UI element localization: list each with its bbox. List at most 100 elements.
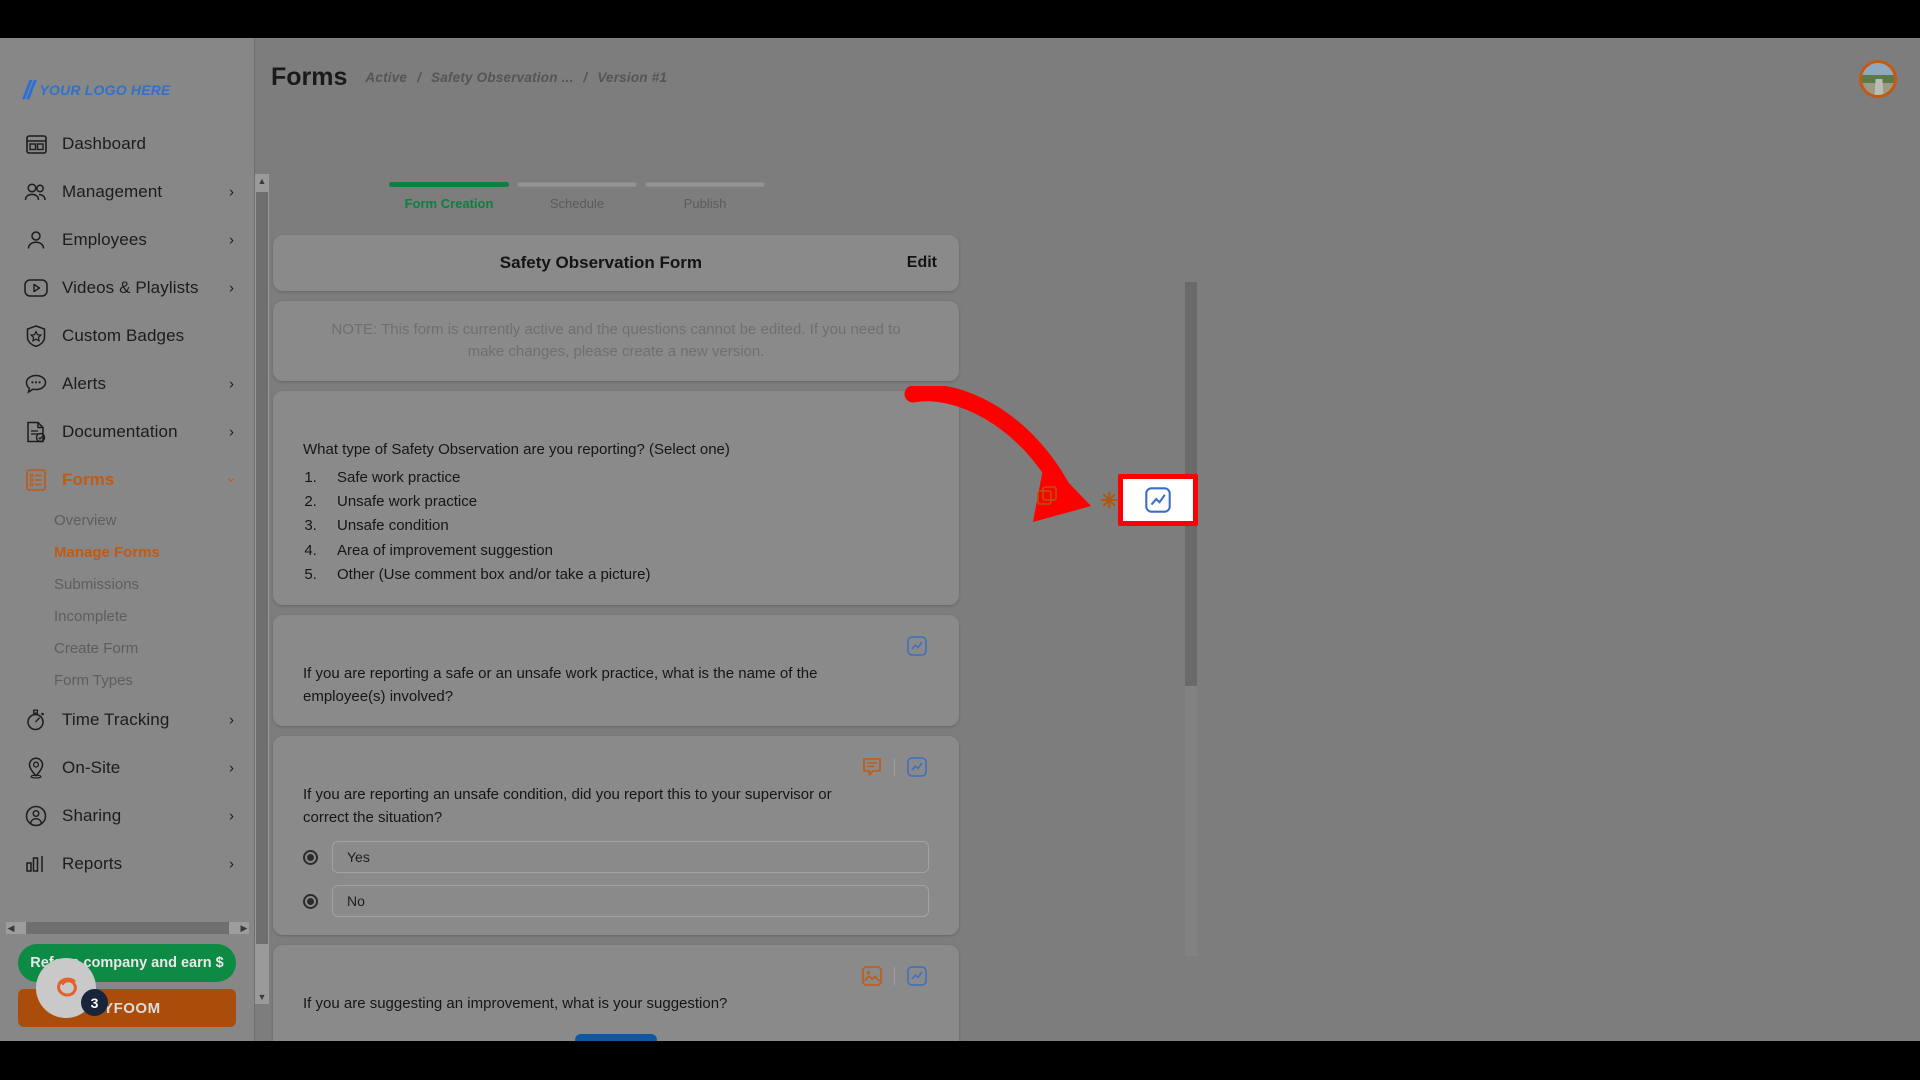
next-button[interactable]: Next: [574, 1033, 658, 1041]
icon-divider: [894, 967, 895, 986]
chevron-down-icon: ›: [223, 477, 240, 483]
tyfoom-floating-badge[interactable]: 3: [36, 958, 108, 1018]
sidebar-item-management[interactable]: Management ›: [0, 168, 254, 216]
scroll-right-arrow-icon[interactable]: ▶: [239, 923, 249, 934]
sidebar-subitem-incomplete[interactable]: Incomplete: [0, 600, 254, 632]
form-note-banner: NOTE: This form is currently active and …: [273, 301, 959, 382]
sidebar-item-documentation[interactable]: Documentation ›: [0, 408, 254, 456]
scrollbar-thumb[interactable]: [26, 922, 229, 934]
sidebar-item-dashboard[interactable]: Dashboard: [0, 120, 254, 168]
logo[interactable]: // YOUR LOGO HERE: [0, 38, 254, 116]
analytics-icon[interactable]: [905, 634, 929, 658]
chat-bubble-icon: [22, 372, 50, 396]
image-icon[interactable]: [860, 964, 884, 988]
sidebar-subitem-submissions[interactable]: Submissions: [0, 568, 254, 600]
chevron-right-icon: ›: [229, 231, 234, 249]
content-vertical-scrollbar[interactable]: ▲ ▼: [255, 174, 269, 1004]
highlighted-analytics-icon-button[interactable]: [1118, 474, 1198, 526]
sidebar-subitem-overview[interactable]: Overview: [0, 504, 254, 536]
question-2-text: If you are reporting a safe or an unsafe…: [303, 665, 818, 705]
analytics-icon[interactable]: [905, 755, 929, 779]
question-card-4: If you are suggesting an improvement, wh…: [273, 945, 959, 1041]
scrollbar-thumb[interactable]: [256, 192, 268, 944]
sidebar-subitem-label: Form Types: [54, 671, 133, 689]
step-progress-bar: [517, 182, 637, 187]
avatar[interactable]: [1859, 60, 1897, 98]
map-pin-icon: [22, 756, 50, 780]
option-item: Other (Use comment box and/or take a pic…: [321, 563, 929, 587]
chevron-right-icon: ›: [229, 279, 234, 297]
notification-count: 3: [90, 994, 99, 1011]
sidebar-subitem-manage-forms[interactable]: Manage Forms: [0, 536, 254, 568]
sidebar-subitem-label: Manage Forms: [54, 543, 160, 561]
radio-button-icon[interactable]: [303, 849, 318, 865]
chevron-right-icon: ›: [229, 759, 234, 777]
radio-option-no[interactable]: No: [303, 885, 929, 918]
breadcrumb-item-active[interactable]: Active: [365, 70, 407, 85]
form-builder-panel: Form Creation Schedule Publish Safety Ob…: [273, 174, 959, 1041]
document-check-icon: [22, 420, 50, 444]
sidebar-item-alerts[interactable]: Alerts ›: [0, 360, 254, 408]
step-label: Publish: [683, 196, 727, 211]
question-1-icon-row: *: [303, 405, 929, 439]
chevron-right-icon: ›: [229, 375, 234, 393]
sidebar: // YOUR LOGO HERE Dashboard Management ›: [0, 38, 255, 1041]
analytics-icon[interactable]: [905, 964, 929, 988]
form-note-text: NOTE: This form is currently active and …: [331, 321, 901, 361]
sidebar-item-sharing[interactable]: Sharing ›: [0, 792, 254, 840]
sidebar-item-employees[interactable]: Employees ›: [0, 216, 254, 264]
radio-button-icon[interactable]: [303, 893, 318, 909]
scroll-left-arrow-icon[interactable]: ◀: [6, 923, 16, 934]
sidebar-item-forms[interactable]: Forms ›: [0, 456, 254, 504]
required-asterisk-icon: ✳: [1100, 488, 1119, 513]
scroll-down-arrow-icon[interactable]: ▼: [255, 990, 269, 1004]
chevron-right-icon: ›: [229, 855, 234, 873]
sidebar-subitem-create-form[interactable]: Create Form: [0, 632, 254, 664]
comment-icon[interactable]: [860, 755, 884, 779]
sidebar-subitem-label: Create Form: [54, 639, 139, 657]
question-card-2: If you are reporting a safe or an unsafe…: [273, 615, 959, 727]
share-person-icon: [22, 804, 50, 828]
video-play-icon: [22, 276, 50, 300]
breadcrumb: Active / Safety Observation ... / Versio…: [365, 70, 667, 85]
page-header: Forms Active / Safety Observation ... / …: [255, 38, 1920, 116]
scroll-up-arrow-icon[interactable]: ▲: [255, 174, 269, 188]
sidebar-item-videos-playlists[interactable]: Videos & Playlists ›: [0, 264, 254, 312]
shield-star-icon: [22, 324, 50, 348]
sidebar-horizontal-scrollbar[interactable]: ◀ ▶: [6, 922, 249, 934]
chevron-right-icon: ›: [229, 423, 234, 441]
sidebar-item-time-tracking[interactable]: Time Tracking ›: [0, 696, 254, 744]
question-3-text: If you are reporting an unsafe condition…: [303, 786, 832, 826]
screen-top-letterbox: [0, 0, 1920, 38]
edit-button[interactable]: Edit: [907, 254, 937, 272]
sidebar-item-label: Alerts: [62, 374, 107, 393]
sidebar-item-on-site[interactable]: On-Site ›: [0, 744, 254, 792]
breadcrumb-item-version[interactable]: Version #1: [597, 70, 667, 85]
step-form-creation[interactable]: Form Creation: [389, 182, 509, 211]
sidebar-item-label: Videos & Playlists: [62, 278, 199, 297]
step-progress-bar: [645, 182, 765, 187]
copy-icon[interactable]: [1037, 486, 1059, 511]
form-panel-scrollbar[interactable]: [1185, 282, 1197, 956]
step-publish[interactable]: Publish: [645, 182, 765, 211]
chevron-right-icon: ›: [229, 711, 234, 729]
sidebar-subitem-form-types[interactable]: Form Types: [0, 664, 254, 696]
option-item: Unsafe condition: [321, 514, 929, 538]
notification-count-badge: 3: [81, 989, 108, 1016]
sidebar-item-custom-badges[interactable]: Custom Badges: [0, 312, 254, 360]
screen-bottom-letterbox: [0, 1041, 1920, 1080]
form-title: Safety Observation Form: [499, 253, 702, 272]
chevron-right-icon: ›: [229, 807, 234, 825]
sidebar-nav: Dashboard Management › Employees › Video…: [0, 116, 254, 888]
sidebar-item-label: Custom Badges: [62, 326, 185, 345]
breadcrumb-separator: /: [583, 69, 588, 85]
step-progress-bar: [389, 182, 509, 187]
radio-option-yes[interactable]: Yes: [303, 841, 929, 874]
sidebar-item-reports[interactable]: Reports ›: [0, 840, 254, 888]
breadcrumb-item-form[interactable]: Safety Observation ...: [431, 70, 573, 85]
avatar-image: [1874, 79, 1884, 95]
logo-text: YOUR LOGO HERE: [39, 82, 171, 98]
question-4-text: If you are suggesting an improvement, wh…: [303, 995, 728, 1013]
step-schedule[interactable]: Schedule: [517, 182, 637, 211]
radio-option-label: Yes: [332, 841, 929, 874]
